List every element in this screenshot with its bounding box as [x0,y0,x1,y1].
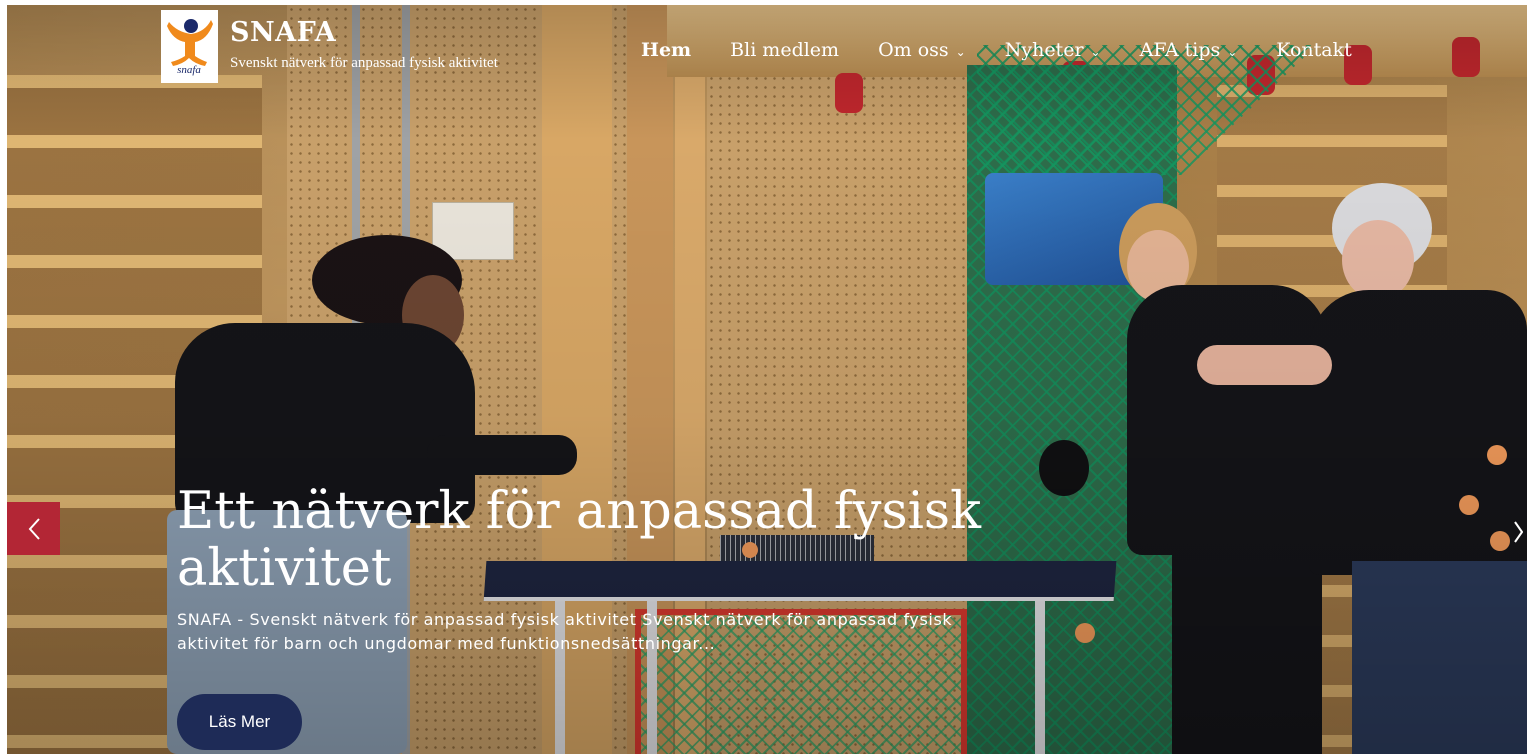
nav-item-bli-medlem[interactable]: Bli medlem [730,39,839,61]
nav-item-kontakt[interactable]: Kontakt [1276,39,1351,61]
site-header: snafa SNAFA Svenskt nätverk för anpassad… [7,5,1527,99]
nav-item-hem[interactable]: Hem [641,39,691,61]
main-nav: Hem Bli medlem Om oss ⌄ Nyheter ⌄ AFA tips… [641,39,1352,61]
site-tagline: Svenskt nätverk för anpassad fysisk akti… [230,55,498,71]
nav-item-label: AFA tips [1139,39,1221,61]
site-logo[interactable]: snafa [161,10,218,83]
chevron-down-icon: ⌄ [955,45,966,59]
nav-item-label: Kontakt [1276,39,1352,61]
chevron-down-icon: ⌄ [1090,45,1101,59]
svg-text:snafa: snafa [177,64,201,76]
nav-item-label: Nyheter [1004,39,1084,61]
nav-item-om-oss[interactable]: Om oss ⌄ [878,39,966,61]
chevron-down-icon: ⌄ [1227,45,1238,59]
nav-item-label: Hem [641,39,692,61]
chevron-right-icon [1514,521,1523,543]
slider-next-button[interactable] [1509,512,1527,552]
hero-description: SNAFA - Svenskt nätverk för anpassad fys… [177,610,953,653]
nav-item-afa-tips[interactable]: AFA tips ⌄ [1140,39,1238,61]
nav-item-label: Bli medlem [730,39,840,61]
site-name[interactable]: SNAFA [230,17,336,48]
nav-item-label: Om oss [878,39,949,61]
slider-prev-button[interactable] [7,502,60,555]
hero-slider: Ett nätverk för anpassad fysisk aktivite… [7,5,1527,754]
snafa-logo: snafa [164,13,215,80]
read-more-button[interactable]: Läs Mer [177,694,302,750]
hero-title: Ett nätverk för anpassad fysisk aktivite… [177,482,981,598]
nav-item-nyheter[interactable]: Nyheter ⌄ [1005,39,1101,61]
chevron-left-icon [28,517,40,540]
